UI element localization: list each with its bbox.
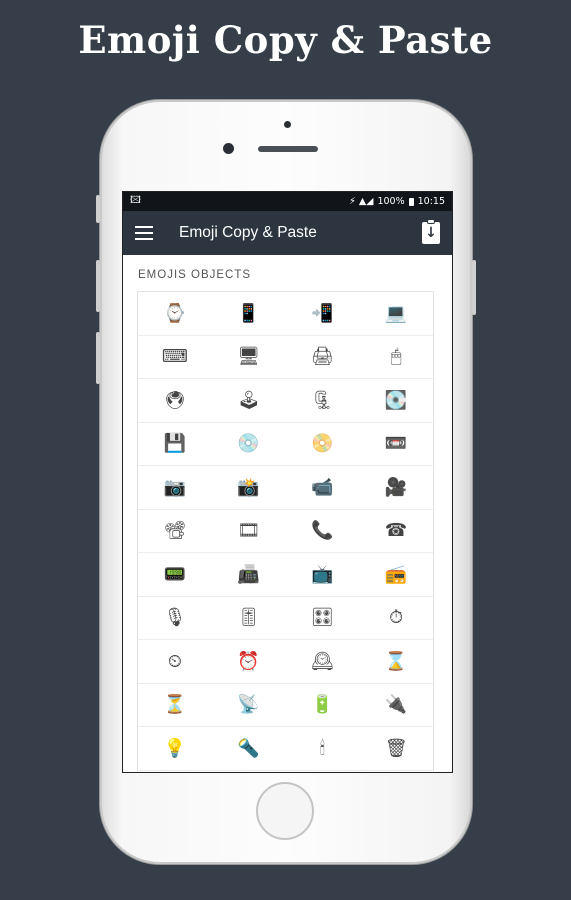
emoji-cell[interactable]: ☎: [359, 510, 433, 553]
emoji-cell[interactable]: 📲: [285, 292, 360, 336]
emoji-cell[interactable]: 💡: [138, 727, 212, 771]
emoji-cell[interactable]: ⌛: [359, 640, 433, 684]
emoji-cell[interactable]: 🖥: [211, 336, 286, 379]
emoji-cell[interactable]: 🔦: [211, 727, 286, 771]
emoji-cell[interactable]: 🔌: [359, 684, 433, 727]
emoji-grid: ⌚ 📱 📲 💻 ⌨ 🖥 🖨 🖱 🖲 🕹 🗜 💽 💾 💿 📀 📼 📷 📸 📹 🎥 📽 🎞 📞 ☎ 📟 📠 📺 📻 🎙 🎚 🎛 ⏱ ⏲ ⏰ 🕰 ⌛ ⏳ 📡 🔋 🔌…: [137, 291, 434, 771]
emoji-cell[interactable]: 🎚: [211, 597, 286, 640]
proximity-sensor: [284, 121, 291, 128]
promo-title: Emoji Copy & Paste: [78, 18, 493, 62]
emoji-cell[interactable]: 💻: [359, 292, 433, 336]
emoji-cell[interactable]: 🎞: [211, 510, 286, 553]
emoji-cell[interactable]: 💿: [211, 423, 286, 466]
emoji-cell[interactable]: 📠: [211, 553, 286, 597]
emoji-cell[interactable]: 📡: [211, 684, 286, 727]
emoji-cell[interactable]: ⏳: [138, 684, 212, 727]
emoji-cell[interactable]: 📺: [285, 553, 360, 597]
status-bar: 🖾 ⚡ ▲◢ 100% 10:15: [123, 192, 452, 211]
emoji-cell[interactable]: 📱: [211, 292, 286, 336]
signal-icons: ⚡ ▲◢: [349, 196, 374, 207]
front-camera: [223, 143, 234, 154]
emoji-cell[interactable]: ⏲: [138, 640, 212, 684]
emoji-cell[interactable]: ⌨: [138, 336, 212, 379]
section-title: EMOJIS OBJECTS: [138, 269, 252, 281]
home-button: [256, 782, 314, 840]
emoji-cell[interactable]: 🖱: [359, 336, 433, 379]
clipboard-download-icon[interactable]: [422, 219, 440, 244]
notification-icon: 🖾: [130, 195, 141, 206]
emoji-cell[interactable]: 📼: [359, 423, 433, 466]
emoji-cell[interactable]: 📹: [285, 466, 360, 510]
battery-icon: [408, 197, 414, 206]
earpiece-speaker: [258, 146, 318, 152]
power-button: [472, 260, 476, 315]
emoji-cell[interactable]: 💽: [359, 379, 433, 423]
volume-down-button: [96, 332, 100, 384]
emoji-cell[interactable]: 🎛: [285, 597, 360, 640]
emoji-cell[interactable]: ⏰: [211, 640, 286, 684]
emoji-cell[interactable]: ⌚: [138, 292, 212, 336]
emoji-cell[interactable]: 📞: [285, 510, 360, 553]
status-time: 10:15: [417, 196, 445, 207]
emoji-cell[interactable]: ⏱: [359, 597, 433, 640]
emoji-cell[interactable]: 🖨: [285, 336, 360, 379]
emoji-cell[interactable]: 📟: [138, 553, 212, 597]
phone-frame: 🖾 ⚡ ▲◢ 100% 10:15 Emoji Copy & Paste EMO…: [96, 100, 476, 864]
app-title: Emoji Copy & Paste: [179, 224, 317, 241]
battery-level: 100%: [377, 196, 405, 207]
emoji-cell[interactable]: 📀: [285, 423, 360, 466]
emoji-cell[interactable]: 🖲: [138, 379, 212, 423]
emoji-cell[interactable]: 🕹: [211, 379, 286, 423]
emoji-cell[interactable]: 🔋: [285, 684, 360, 727]
emoji-cell[interactable]: 🕰: [285, 640, 360, 684]
emoji-cell[interactable]: 🗜: [285, 379, 360, 423]
emoji-cell[interactable]: 🎥: [359, 466, 433, 510]
emoji-cell[interactable]: 🗑: [359, 727, 433, 771]
emoji-cell[interactable]: 📷: [138, 466, 212, 510]
volume-up-button: [96, 260, 100, 312]
app-bar: Emoji Copy & Paste: [123, 211, 452, 255]
emoji-cell[interactable]: 💾: [138, 423, 212, 466]
hamburger-menu-icon[interactable]: [135, 226, 153, 240]
emoji-cell[interactable]: 🕯: [285, 727, 360, 771]
mute-switch: [96, 195, 100, 223]
emoji-cell[interactable]: 📻: [359, 553, 433, 597]
emoji-cell[interactable]: 🎙: [138, 597, 212, 640]
phone-screen: 🖾 ⚡ ▲◢ 100% 10:15 Emoji Copy & Paste EMO…: [122, 191, 453, 773]
emoji-cell[interactable]: 📽: [138, 510, 212, 553]
emoji-cell[interactable]: 📸: [211, 466, 286, 510]
